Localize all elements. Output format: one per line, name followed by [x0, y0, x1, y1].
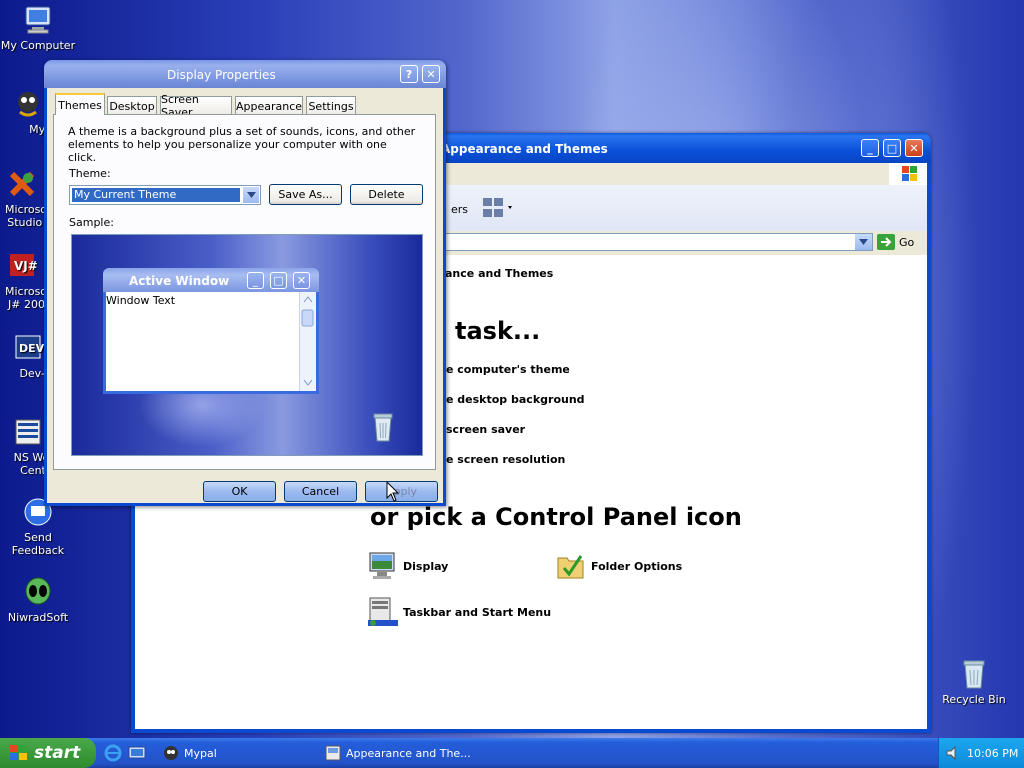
sample-recycle-bin-icon [370, 411, 396, 446]
sample-maximize-icon: □ [270, 272, 287, 289]
jsharp-icon: VJ# [6, 250, 38, 282]
display-icon [369, 552, 395, 579]
help-button[interactable]: ? [400, 65, 418, 83]
cp-icon-folder-options-label: Folder Options [591, 559, 683, 573]
sample-window-body: Window Text [106, 292, 316, 391]
dialog-titlebar[interactable]: Display Properties ? ✕ [44, 60, 446, 88]
apply-button[interactable]: Apply [365, 481, 438, 502]
dialog-body: Themes Desktop Screen Saver Appearance S… [47, 88, 443, 503]
tab-themes[interactable]: Themes [55, 93, 105, 115]
start-button[interactable]: start [0, 738, 96, 768]
visual-studio-icon [6, 168, 38, 200]
folders-button-label[interactable]: ers [451, 203, 468, 216]
quick-launch-desktop-icon[interactable] [128, 744, 146, 765]
theme-label: Theme: [69, 167, 111, 180]
sample-close-icon: ✕ [293, 272, 310, 289]
taskbar-item-label: Appearance and The... [346, 746, 471, 760]
cp-icon-display-label: Display [403, 559, 449, 573]
pick-icon-heading: or pick a Control Panel icon [370, 503, 742, 531]
theme-description: A theme is a background plus a set of so… [68, 125, 416, 164]
system-tray: 10:06 PM [938, 738, 1024, 768]
desktop-icon-label: Send Feedback [11, 531, 65, 557]
ok-button[interactable]: OK [203, 481, 276, 502]
sample-window-title: Active Window [129, 274, 230, 288]
control-panel-icon [325, 745, 341, 761]
tab-settings[interactable]: Settings [306, 96, 356, 115]
sample-minimize-icon: _ [247, 272, 264, 289]
cancel-button[interactable]: Cancel [284, 481, 357, 502]
sample-label: Sample: [69, 216, 114, 229]
sample-window-text: Window Text [106, 294, 176, 307]
taskbar-item-mypal[interactable]: Mypal [156, 741, 316, 765]
theme-dropdown-button[interactable] [243, 187, 259, 203]
cp-icon-taskbar[interactable]: Taskbar and Start Menu [367, 595, 567, 629]
delete-button[interactable]: Delete [350, 184, 423, 205]
taskbar-start-menu-icon [368, 597, 398, 626]
views-icon[interactable] [481, 196, 517, 220]
folder-options-icon [557, 555, 584, 579]
task-link-theme[interactable]: e computer's theme [446, 363, 570, 376]
recycle-bin-icon [958, 658, 990, 690]
desktop-icon-label: Recycle Bin [942, 693, 1006, 706]
clock: 10:06 PM [967, 746, 1019, 760]
task-link-background[interactable]: e desktop background [446, 393, 585, 406]
task-link-resolution[interactable]: e screen resolution [446, 453, 565, 466]
mouse-cursor-icon [386, 480, 400, 506]
task-link-screensaver[interactable]: screen saver [446, 423, 525, 436]
control-panel-title: Appearance and Themes [441, 142, 608, 156]
ns-welcome-icon [12, 416, 44, 448]
theme-select[interactable]: My Current Theme [69, 185, 261, 205]
cp-icon-taskbar-label: Taskbar and Start Menu [403, 605, 552, 619]
go-label: Go [899, 235, 915, 249]
sample-window-titlebar: Active Window _ □ ✕ [103, 268, 319, 292]
breadcrumb: ance and Themes [445, 267, 554, 280]
close-button[interactable]: ✕ [905, 139, 923, 157]
svg-text:DEV: DEV [19, 342, 44, 355]
cp-icon-folder-options[interactable]: Folder Options [555, 549, 735, 583]
address-dropdown-button[interactable] [855, 234, 872, 250]
computer-icon [22, 4, 54, 36]
pick-task-heading: task... [455, 317, 541, 345]
maximize-button[interactable]: □ [883, 139, 901, 157]
tab-desktop[interactable]: Desktop [107, 96, 157, 115]
minimize-button[interactable]: _ [861, 139, 879, 157]
sample-active-window: Active Window _ □ ✕ Window Text [103, 268, 319, 394]
dialog-title: Display Properties [167, 68, 276, 82]
taskbar [0, 738, 1024, 768]
go-arrow-icon [877, 234, 895, 250]
chevron-down-icon [859, 239, 868, 245]
mypal-icon [164, 746, 178, 760]
desktop-icon-my-computer[interactable]: My Computer [0, 4, 78, 52]
theme-select-value: My Current Theme [74, 188, 177, 201]
start-label: start [34, 743, 81, 763]
svg-text:VJ#: VJ# [14, 259, 38, 273]
tab-screen-saver[interactable]: Screen Saver [160, 93, 232, 119]
alien-icon [22, 576, 54, 608]
taskbar-item-appearance[interactable]: Appearance and The... [320, 741, 480, 765]
taskbar-item-label: Mypal [184, 746, 217, 760]
desktop-icon-label: NiwradSoft [7, 611, 69, 624]
windows-logo-icon [889, 163, 927, 185]
desktop-icon-recycle-bin[interactable]: Recycle Bin [934, 658, 1014, 706]
chevron-down-icon [246, 192, 256, 198]
volume-icon[interactable] [945, 745, 961, 761]
tab-appearance[interactable]: Appearance [235, 96, 303, 115]
theme-select-highlight: My Current Theme [72, 188, 240, 202]
desktop-icon-niwradsoft[interactable]: NiwradSoft [0, 576, 78, 624]
desktop-icon-label: My Computer [0, 39, 76, 52]
go-button[interactable]: Go [877, 233, 923, 251]
quick-launch-ie-icon[interactable] [104, 744, 122, 765]
windows-flag-icon [10, 745, 27, 760]
devc-icon: DEV [12, 332, 45, 364]
display-properties-dialog: Display Properties ? ✕ Themes Desktop Sc… [44, 60, 446, 506]
sample-scrollbar [299, 292, 316, 391]
themes-panel: A theme is a background plus a set of so… [53, 114, 436, 470]
dialog-close-button[interactable]: ✕ [422, 65, 440, 83]
mypal-icon [12, 88, 44, 120]
theme-sample-preview: Active Window _ □ ✕ Window Text [71, 234, 423, 456]
cp-icon-display[interactable]: Display [367, 549, 527, 583]
save-as-button[interactable]: Save As... [269, 184, 342, 205]
